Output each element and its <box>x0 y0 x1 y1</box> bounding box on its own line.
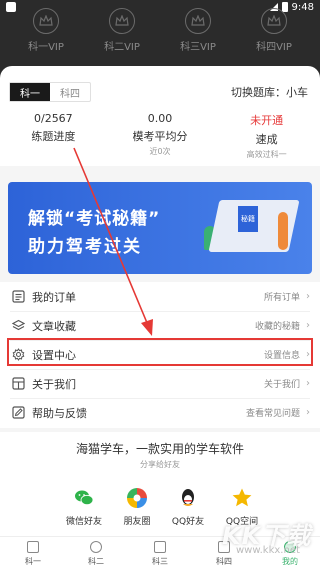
book-label: 秘籍 <box>238 206 258 232</box>
folder-icon <box>27 541 39 553</box>
wechat-icon <box>75 490 94 506</box>
subject-tabs: 科一 科四 <box>9 82 91 102</box>
document-icon <box>218 541 230 553</box>
chevron-right-icon: › <box>306 378 310 389</box>
nav-subject-1[interactable]: 科一 <box>13 541 53 567</box>
stat-mock-score[interactable]: 0.00 模考平均分 近0次 <box>107 112 214 160</box>
user-icon <box>284 541 296 553</box>
menu-hint: 关于我们 <box>263 380 300 390</box>
vip-tier-row: 科一VIP 科二VIP 科三VIP 科四VIP <box>0 4 320 53</box>
share-section: 海猫学车，一款实用的学车软件 分享给好友 微信好友 朋友圈 QQ好友 QQ空间 <box>0 432 320 536</box>
tab-subject-1[interactable]: 科一 <box>10 83 50 101</box>
nav-subject-3[interactable]: 科三 <box>140 541 180 567</box>
menu-hint: 收藏的秘籍 <box>254 322 300 332</box>
nav-subject-4[interactable]: 科四 <box>204 541 244 567</box>
banner-subheadline: 助力驾考过关 <box>28 237 142 257</box>
menu-label: 文章收藏 <box>32 319 76 333</box>
vip-tier-2[interactable]: 科二VIP <box>92 4 152 53</box>
clock-icon <box>90 541 102 553</box>
promo-banner[interactable]: 解锁“考试秘籍” 助力驾考过关 秘籍 <box>8 182 312 274</box>
nav-label: 科四 <box>216 557 232 566</box>
subject-card: 科一 科四 切换题库：小车 0/2567 练题进度 0.00 模考平均分 近0次… <box>0 66 320 166</box>
stat-sub: 高效过科一 <box>246 150 287 159</box>
share-wechat[interactable]: 微信好友 <box>56 487 112 527</box>
stat-label: 练题进度 <box>31 130 76 143</box>
highlight-box <box>7 338 313 366</box>
road-icon <box>154 541 166 553</box>
tab-subject-4[interactable]: 科四 <box>50 83 90 101</box>
nav-mine[interactable]: 我的 <box>270 541 310 567</box>
list-icon <box>12 290 25 303</box>
menu-label: 帮助与反馈 <box>32 406 87 420</box>
qzone-icon <box>232 488 252 507</box>
nav-label: 科二 <box>88 557 104 566</box>
vip-tier-3[interactable]: 科三VIP <box>168 4 228 53</box>
share-label: QQ空间 <box>225 517 259 527</box>
crown-icon <box>109 8 135 34</box>
menu-item-help[interactable]: 帮助与反馈 查看常见问题 › <box>0 398 320 427</box>
share-title: 海猫学车，一款实用的学车软件 <box>75 442 244 456</box>
share-subtitle: 分享给好友 <box>140 460 180 469</box>
grid-icon <box>12 377 25 390</box>
bottom-nav: 科一 科二 科三 科四 我的 <box>0 536 320 569</box>
menu-label: 我的订单 <box>32 290 76 304</box>
stat-progress[interactable]: 0/2567 练题进度 <box>0 112 107 160</box>
stat-value: 未开通 <box>250 114 284 127</box>
person-illustration <box>278 212 288 250</box>
chevron-right-icon: › <box>306 291 310 302</box>
menu-item-favorites[interactable]: 文章收藏 收藏的秘籍 › <box>0 311 320 340</box>
vip-tier-label: 科一VIP <box>28 42 64 53</box>
layers-icon <box>12 319 25 332</box>
menu-item-orders[interactable]: 我的订单 所有订单 › <box>0 282 320 311</box>
qq-icon <box>182 489 194 506</box>
stat-label: 速成 <box>255 133 278 146</box>
menu-hint: 查看常见问题 <box>245 409 300 419</box>
moments-icon <box>127 488 147 508</box>
stat-express[interactable]: 未开通 速成 高效过科一 <box>213 112 320 160</box>
menu-label: 关于我们 <box>32 377 76 391</box>
crown-icon <box>33 8 59 34</box>
share-label: 朋友圈 <box>123 517 151 527</box>
vip-tier-label: 科三VIP <box>180 42 216 53</box>
crown-icon <box>261 8 287 34</box>
chevron-right-icon: › <box>306 320 310 331</box>
chevron-right-icon: › <box>306 407 310 418</box>
feedback-icon <box>12 406 25 419</box>
vip-tier-label: 科四VIP <box>256 42 292 53</box>
stat-value: 0/2567 <box>33 112 73 125</box>
menu-hint: 所有订单 <box>263 293 300 303</box>
vip-tier-1[interactable]: 科一VIP <box>16 4 76 53</box>
switch-bank-button[interactable]: 切换题库：小车 <box>231 84 308 100</box>
vip-tier-label: 科二VIP <box>104 42 140 53</box>
share-label: QQ好友 <box>171 517 205 527</box>
vip-tier-4[interactable]: 科四VIP <box>244 4 304 53</box>
share-moments[interactable]: 朋友圈 <box>109 487 165 527</box>
share-qq[interactable]: QQ好友 <box>160 487 216 527</box>
banner-headline: 解锁“考试秘籍” <box>28 209 161 229</box>
crown-icon <box>185 8 211 34</box>
stat-value: 0.00 <box>147 112 173 125</box>
share-qzone[interactable]: QQ空间 <box>214 487 270 527</box>
nav-label: 我的 <box>282 557 298 566</box>
stat-sub: 近0次 <box>149 147 171 156</box>
nav-label: 科一 <box>25 557 41 566</box>
stat-label: 模考平均分 <box>132 130 188 143</box>
nav-subject-2[interactable]: 科二 <box>76 541 116 567</box>
menu-item-about[interactable]: 关于我们 关于我们 › <box>0 369 320 398</box>
nav-label: 科三 <box>152 557 168 566</box>
share-label: 微信好友 <box>65 517 102 527</box>
stats-row: 0/2567 练题进度 0.00 模考平均分 近0次 未开通 速成 高效过科一 <box>0 112 320 160</box>
